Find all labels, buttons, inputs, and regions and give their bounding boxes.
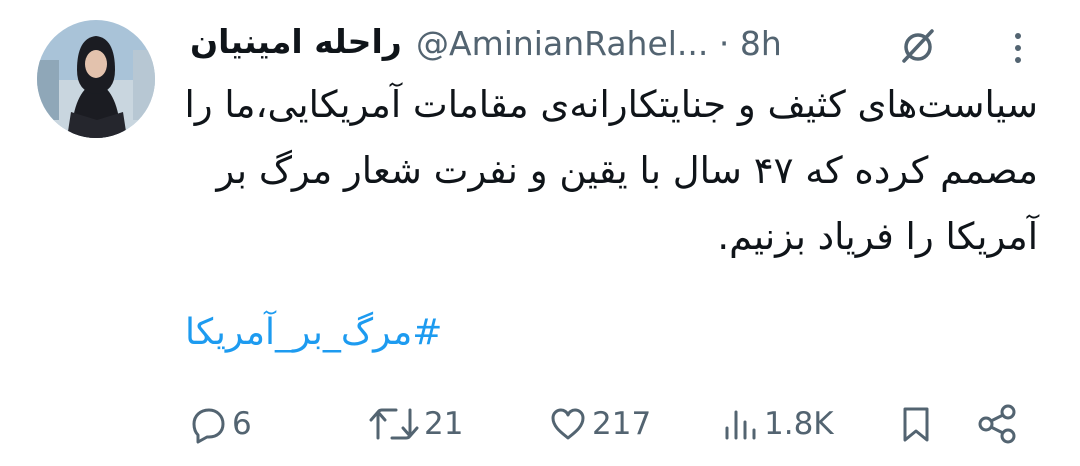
reply-count: 6 [232,406,252,442]
hashtag-link[interactable]: #مرگ_بر_آمریکا [185,312,442,353]
share-icon [978,404,1016,444]
views-count: 1.8K [764,406,834,442]
like-count: 217 [592,406,652,442]
bookmark-icon [903,407,929,442]
author-name[interactable]: راحله امینیان [190,22,402,61]
views-button[interactable]: 1.8K [720,398,834,450]
reply-icon [192,408,225,444]
author-handle[interactable]: @AminianRahel... [416,24,708,63]
reply-button[interactable]: 6 [188,398,252,450]
bookmark-button[interactable] [896,398,936,450]
grok-icon[interactable] [898,26,938,66]
repost-icon [369,408,419,440]
avatar[interactable] [37,20,155,138]
share-button[interactable] [976,398,1020,450]
like-button[interactable]: 217 [548,398,651,450]
action-bar: 6 21 217 1.8K [180,398,1030,450]
repost-count: 21 [424,406,464,442]
repost-button[interactable]: 21 [368,398,463,450]
author-handle-time: @AminianRahel... · 8h [416,24,782,63]
more-icon[interactable] [1008,28,1028,68]
like-icon [551,408,585,440]
views-icon [725,410,756,440]
post-header: راحله امینیان @AminianRahel... · 8h [190,18,1050,70]
post-text: سیاست‌های کثیف و جنایتکارانه‌ی مقامات آم… [184,83,1039,258]
post-time[interactable]: · 8h [719,24,782,63]
